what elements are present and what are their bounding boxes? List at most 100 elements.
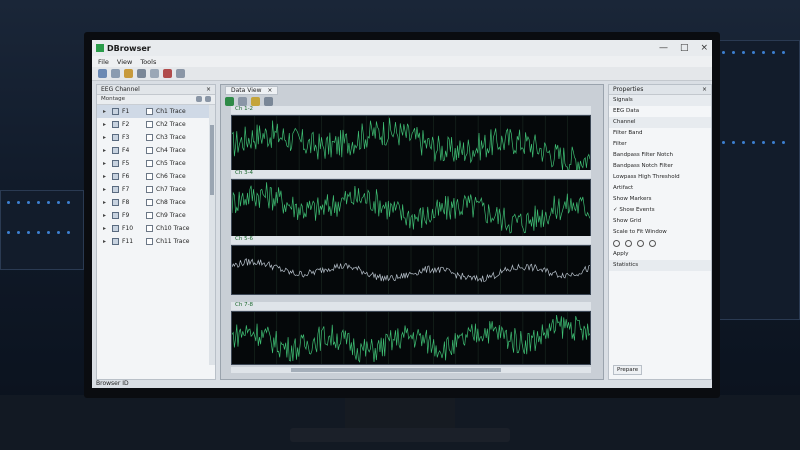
property-row[interactable]: Show Markers xyxy=(609,194,711,205)
property-row[interactable]: Show Grid xyxy=(609,216,711,227)
channel-checkbox[interactable] xyxy=(146,186,153,193)
rack-led xyxy=(752,141,755,144)
view-toolbar xyxy=(225,97,273,106)
zoom-icon[interactable] xyxy=(150,69,159,78)
rack-led xyxy=(67,201,70,204)
channel-row[interactable]: ▸ F7 Ch7 Trace xyxy=(97,183,215,196)
rack-led xyxy=(762,51,765,54)
chevron-right-icon[interactable]: ▸ xyxy=(103,225,109,232)
close-button[interactable]: × xyxy=(700,43,708,53)
property-row[interactable]: Artifact xyxy=(609,183,711,194)
zoom-in-icon[interactable] xyxy=(238,97,247,106)
channel-checkbox[interactable] xyxy=(146,199,153,206)
rack-led xyxy=(742,51,745,54)
channel-label: Ch5 Trace xyxy=(156,160,186,167)
menu-view[interactable]: View xyxy=(117,58,132,66)
expand-icon[interactable] xyxy=(196,96,202,102)
channel-checkbox[interactable] xyxy=(146,134,153,141)
time-scrollbar[interactable] xyxy=(231,367,591,373)
save-icon[interactable] xyxy=(111,69,120,78)
channel-row[interactable]: ▸ F9 Ch9 Trace xyxy=(97,209,215,222)
tab-data-view-label: Data View xyxy=(231,87,262,94)
property-row[interactable]: Apply xyxy=(609,249,711,260)
rack-led xyxy=(27,201,30,204)
property-row[interactable]: ✓ Show Events xyxy=(609,205,711,216)
channel-id: F4 xyxy=(122,147,130,154)
rack-led xyxy=(37,201,40,204)
property-row[interactable]: Bandpass Filter Notch xyxy=(609,150,711,161)
chevron-right-icon[interactable]: ▸ xyxy=(103,173,109,180)
eye-icon[interactable] xyxy=(637,240,644,247)
rack-led xyxy=(57,231,60,234)
minimize-button[interactable]: — xyxy=(659,43,668,53)
tab-data-view[interactable]: Data View × xyxy=(225,86,279,95)
collapse-icon[interactable] xyxy=(205,96,211,102)
channel-checkbox[interactable] xyxy=(146,121,153,128)
ruler-icon[interactable] xyxy=(613,240,620,247)
channel-row[interactable]: ▸ F10 Ch10 Trace xyxy=(97,222,215,235)
chevron-right-icon[interactable]: ▸ xyxy=(103,186,109,193)
property-row[interactable]: Filter Band xyxy=(609,128,711,139)
property-row[interactable]: Filter xyxy=(609,139,711,150)
chevron-right-icon[interactable]: ▸ xyxy=(103,121,109,128)
channel-checkbox[interactable] xyxy=(146,108,153,115)
chevron-right-icon[interactable]: ▸ xyxy=(103,160,109,167)
open-icon[interactable] xyxy=(98,69,107,78)
property-row[interactable]: Lowpass High Threshold xyxy=(609,172,711,183)
channel-checkbox[interactable] xyxy=(146,212,153,219)
channel-checkbox[interactable] xyxy=(146,225,153,232)
chevron-right-icon[interactable]: ▸ xyxy=(103,199,109,206)
menu-file[interactable]: File xyxy=(98,58,109,66)
channel-checkbox[interactable] xyxy=(146,160,153,167)
waveform-trace[interactable] xyxy=(231,115,591,175)
channel-label: Ch10 Trace xyxy=(156,225,190,232)
gear-icon[interactable] xyxy=(649,240,656,247)
property-row[interactable]: Scale to Fit Window xyxy=(609,227,711,238)
folder-icon[interactable] xyxy=(124,69,133,78)
channel-row[interactable]: ▸ F5 Ch5 Trace xyxy=(97,157,215,170)
play-icon[interactable] xyxy=(225,97,234,106)
waveform-trace[interactable] xyxy=(231,245,591,295)
channel-row[interactable]: ▸ F8 Ch8 Trace xyxy=(97,196,215,209)
maximize-button[interactable]: □ xyxy=(680,43,689,53)
channel-checkbox[interactable] xyxy=(146,238,153,245)
channel-scrollbar[interactable] xyxy=(209,105,215,365)
chevron-right-icon[interactable]: ▸ xyxy=(103,134,109,141)
prepare-button[interactable]: Prepare xyxy=(613,365,643,375)
channel-row[interactable]: ▸ F6 Ch6 Trace xyxy=(97,170,215,183)
record-icon[interactable] xyxy=(163,69,172,78)
chevron-right-icon[interactable]: ▸ xyxy=(103,108,109,115)
waveform-trace[interactable] xyxy=(231,311,591,365)
property-row[interactable]: Statistics xyxy=(609,260,711,271)
property-row[interactable]: Channel xyxy=(609,117,711,128)
property-row[interactable]: Signals xyxy=(609,95,711,106)
channel-id: F9 xyxy=(122,212,130,219)
channel-row[interactable]: ▸ F11 Ch11 Trace xyxy=(97,235,215,248)
waveform-trace[interactable] xyxy=(231,179,591,237)
property-row[interactable]: EEG Data xyxy=(609,106,711,117)
channel-node-icon xyxy=(112,108,119,115)
channel-row[interactable]: ▸ F1 Ch1 Trace xyxy=(97,105,215,118)
chevron-right-icon[interactable]: ▸ xyxy=(103,147,109,154)
camera-icon[interactable] xyxy=(625,240,632,247)
chevron-right-icon[interactable]: ▸ xyxy=(103,238,109,245)
channel-panel-close-button[interactable]: × xyxy=(206,86,211,93)
marker-icon[interactable] xyxy=(251,97,260,106)
channel-checkbox[interactable] xyxy=(146,147,153,154)
print-icon[interactable] xyxy=(137,69,146,78)
channel-node-icon xyxy=(112,212,119,219)
channel-row[interactable]: ▸ F3 Ch3 Trace xyxy=(97,131,215,144)
channel-row[interactable]: ▸ F4 Ch4 Trace xyxy=(97,144,215,157)
channel-label: Ch8 Trace xyxy=(156,199,186,206)
tab-close-icon[interactable]: × xyxy=(267,87,272,94)
channel-row[interactable]: ▸ F2 Ch2 Trace xyxy=(97,118,215,131)
chevron-right-icon[interactable]: ▸ xyxy=(103,212,109,219)
channel-checkbox[interactable] xyxy=(146,173,153,180)
rack-led xyxy=(57,201,60,204)
properties-close-button[interactable]: × xyxy=(702,86,707,93)
property-row[interactable]: Bandpass Notch Filter xyxy=(609,161,711,172)
channel-node-icon xyxy=(112,225,119,232)
settings-icon[interactable] xyxy=(176,69,185,78)
cursor-icon[interactable] xyxy=(264,97,273,106)
menu-tools[interactable]: Tools xyxy=(140,58,156,66)
